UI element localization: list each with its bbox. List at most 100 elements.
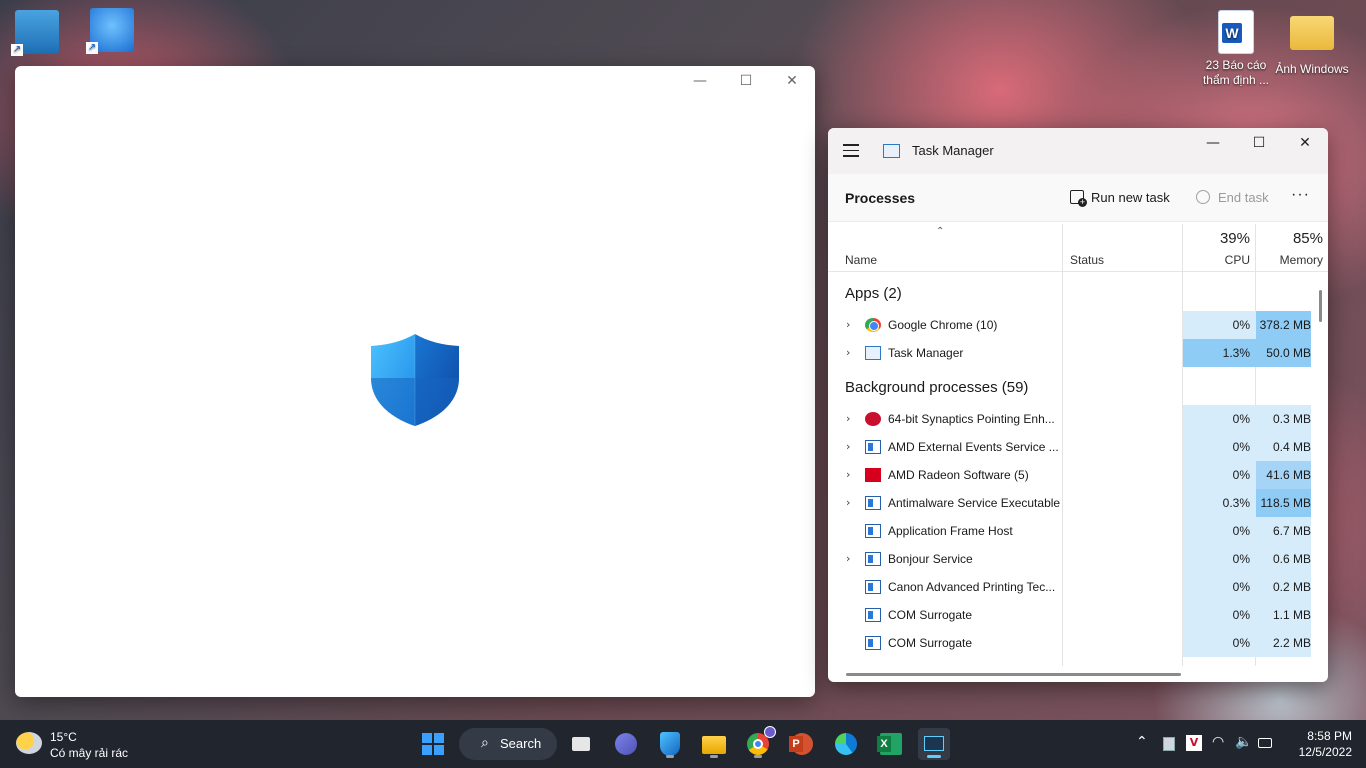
task-view-icon[interactable] — [567, 728, 599, 760]
maximize-button[interactable]: ☐ — [723, 66, 769, 98]
process-name: Antimalware Service Executable — [888, 496, 1061, 510]
column-memory[interactable]: Memory — [1256, 253, 1328, 267]
expand-chevron-icon[interactable]: › — [846, 496, 850, 509]
expand-chevron-icon[interactable]: › — [846, 468, 850, 481]
run-new-task-button[interactable]: + Run new task — [1070, 190, 1170, 207]
close-button[interactable]: ✕ — [1282, 128, 1328, 158]
table-row[interactable]: › AMD Radeon Software (5) 0% 41.6 MB — [828, 461, 1311, 489]
memory-value: 2.2 MB — [1256, 629, 1311, 657]
remote-desktop-icon: ↗ — [86, 8, 134, 54]
powerpoint-icon[interactable]: P — [786, 728, 818, 760]
task-manager-icon — [865, 346, 881, 360]
excel-icon[interactable]: X — [874, 728, 906, 760]
chevron-up-icon[interactable]: ⌃ — [1136, 734, 1148, 750]
column-name[interactable]: Name — [845, 253, 877, 267]
cpu-value: 0% — [1183, 601, 1256, 629]
table-row[interactable]: › Google Chrome (10) 0% 378.2 MB — [828, 311, 1311, 339]
process-name: COM Surrogate — [888, 608, 973, 622]
close-button[interactable]: ✕ — [769, 66, 815, 98]
toolbar: Processes + Run new task End task ··· — [828, 174, 1328, 222]
search-label: Search — [500, 736, 542, 751]
group-title: Background processes (59) — [845, 379, 1029, 396]
desktop-icon-word-report[interactable]: 23 Báo cáo thẩm định ... — [1196, 10, 1276, 88]
desktop-icon-folder-anh-windows[interactable]: Ảnh Windows — [1272, 12, 1352, 77]
table-row[interactable]: › Antimalware Service Executable 0.3% 11… — [828, 489, 1311, 517]
table-row[interactable]: COM Surrogate 0% 1.1 MB — [828, 601, 1311, 629]
memory-total: 85% — [1292, 230, 1323, 247]
battery-icon[interactable] — [1258, 738, 1272, 748]
memory-value: 0.6 MB — [1256, 545, 1311, 573]
end-task-button[interactable]: End task — [1196, 190, 1269, 205]
cpu-value: 0% — [1183, 461, 1256, 489]
table-row[interactable]: Application Frame Host 0% 6.7 MB — [828, 517, 1311, 545]
expand-chevron-icon[interactable]: › — [846, 346, 850, 359]
desktop-icon-label: Ảnh Windows — [1275, 62, 1349, 76]
hamburger-menu-icon[interactable] — [843, 144, 859, 158]
word-document-icon — [1218, 10, 1254, 54]
end-task-icon — [1196, 190, 1210, 204]
shortcut-arrow-icon: ↗ — [11, 44, 23, 56]
table-row[interactable]: › Bonjour Service 0% 0.6 MB — [828, 545, 1311, 573]
meet-icon[interactable] — [610, 728, 642, 760]
defender-icon[interactable] — [654, 728, 686, 760]
chrome-icon[interactable] — [742, 726, 776, 760]
process-list: Apps (2) › Google Chrome (10) 0% 378.2 M… — [828, 273, 1311, 665]
cpu-value: 0.3% — [1183, 489, 1256, 517]
table-row[interactable]: › 64-bit Synaptics Pointing Enh... 0% 0.… — [828, 405, 1311, 433]
task-manager-icon[interactable] — [918, 728, 950, 760]
folder-icon — [1290, 16, 1334, 50]
expand-chevron-icon[interactable]: › — [846, 412, 850, 425]
process-name: Google Chrome (10) — [888, 318, 998, 332]
process-name: 64-bit Synaptics Pointing Enh... — [888, 412, 1055, 426]
edge-icon[interactable] — [830, 728, 862, 760]
cpu-value: 0% — [1183, 517, 1256, 545]
clock[interactable]: 8:58 PM 12/5/2022 — [1299, 728, 1352, 760]
process-name: Application Frame Host — [888, 524, 1013, 538]
cpu-value: 0% — [1183, 311, 1256, 339]
column-status[interactable]: Status — [1070, 253, 1104, 267]
start-icon[interactable] — [417, 728, 449, 760]
table-row[interactable]: › Task Manager 1.3% 50.0 MB — [828, 339, 1311, 367]
memory-value: 41.6 MB — [1256, 461, 1311, 489]
table-row[interactable]: Canon Advanced Printing Tec... 0% 0.2 MB — [828, 573, 1311, 601]
horizontal-scrollbar[interactable] — [846, 673, 1181, 676]
synaptics-icon — [865, 412, 881, 426]
expand-chevron-icon[interactable]: › — [846, 318, 850, 331]
process-name: AMD External Events Service ... — [888, 440, 1059, 454]
minimize-button[interactable]: — — [1190, 128, 1236, 158]
cpu-value: 0% — [1183, 433, 1256, 461]
service-icon — [865, 440, 881, 454]
expand-chevron-icon[interactable]: › — [846, 440, 850, 453]
desktop-icon-this-pc[interactable]: ↗ — [0, 10, 77, 58]
active-indicator — [927, 755, 941, 758]
more-options-button[interactable]: ··· — [1291, 186, 1310, 204]
tray-vivaldi-icon[interactable]: V — [1186, 735, 1202, 751]
volume-icon[interactable]: 🔈 — [1235, 734, 1252, 750]
vertical-scrollbar[interactable] — [1319, 290, 1322, 322]
minimize-button[interactable]: — — [677, 66, 723, 98]
wifi-icon[interactable]: ◠ — [1212, 734, 1224, 750]
process-name: Bonjour Service — [888, 552, 973, 566]
defender-window: — ☐ ✕ — [15, 66, 815, 697]
monitor-icon: ↗ — [11, 10, 59, 56]
tray-app-icon[interactable] — [1163, 737, 1175, 751]
amd-icon — [865, 468, 881, 482]
service-icon — [865, 636, 881, 650]
file-explorer-icon[interactable] — [698, 728, 730, 760]
shortcut-arrow-icon: ↗ — [86, 42, 98, 54]
desktop-icon-ultraviewer[interactable]: ↗ — [72, 8, 152, 56]
column-cpu[interactable]: CPU — [1183, 253, 1256, 267]
maximize-button[interactable]: ☐ — [1236, 128, 1282, 158]
process-name: Task Manager — [888, 346, 964, 360]
desktop-icon-label: 23 Báo cáo thẩm định ... — [1202, 58, 1270, 87]
expand-chevron-icon[interactable]: › — [846, 552, 850, 565]
memory-value: 378.2 MB — [1256, 311, 1311, 339]
table-row[interactable]: › AMD External Events Service ... 0% 0.4… — [828, 433, 1311, 461]
running-indicator — [754, 755, 762, 758]
group-header-background: Background processes (59) — [828, 367, 1311, 405]
system-tray: ⌃ V ◠ 🔈 — [1136, 720, 1276, 768]
weather-condition: Có mây rải rác — [50, 746, 129, 760]
end-task-label: End task — [1218, 190, 1269, 205]
search-button[interactable]: ⌕ Search — [459, 728, 557, 760]
table-row[interactable]: COM Surrogate 0% 2.2 MB — [828, 629, 1311, 657]
